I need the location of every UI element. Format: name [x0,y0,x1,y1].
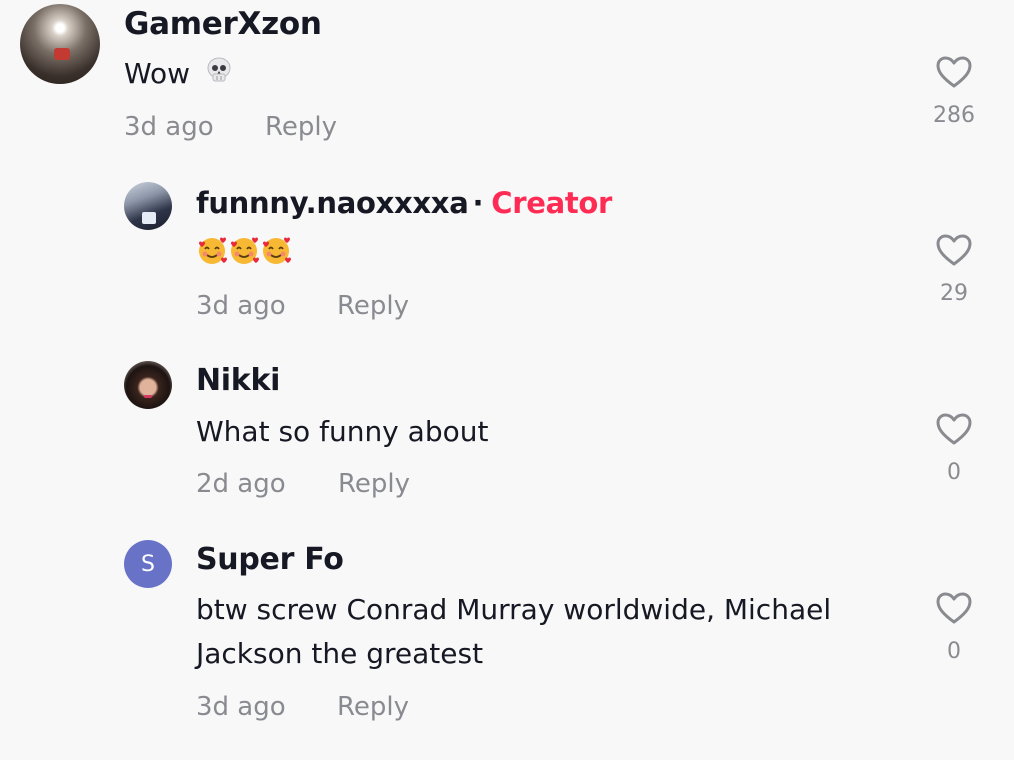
reply-comment-item: Nikki What so funny about 2d ago Reply 0 [0,350,1014,530]
heart-outline-icon[interactable] [935,591,973,625]
comment-header: funnny.naoxxxxa · Creator [196,186,612,220]
reply-button[interactable]: Reply [337,291,409,321]
comment-timestamp: 2d ago [196,469,286,499]
comment-emoji-row [196,234,292,266]
avatar[interactable] [20,4,100,84]
reply-button[interactable]: Reply [337,692,409,722]
like-button[interactable]: 0 [930,412,978,485]
creator-badge: Creator [491,186,613,220]
like-count: 0 [947,460,961,485]
comment-text: What so funny about [196,415,489,448]
badge-separator: · [472,186,484,220]
smiling-face-with-hearts-icon [263,237,291,264]
reply-button[interactable]: Reply [265,112,337,142]
comment-item: GamerXzon Wow 3d ago Reply 286 [0,0,1014,170]
reply-comment-item: funnny.naoxxxxa · Creator 3d ago Reply 2… [0,170,1014,350]
comment-username[interactable]: Super Fo [196,542,344,577]
like-count: 29 [940,281,968,306]
heart-outline-icon[interactable] [935,412,973,446]
comment-username[interactable]: Nikki [196,363,280,398]
comment-text-content: Wow [124,57,191,90]
comment-username[interactable]: GamerXzon [124,6,322,42]
reply-comment-item: S Super Fo btw screw Conrad Murray world… [0,530,1014,760]
like-button[interactable]: 29 [930,233,978,306]
like-count: 286 [933,103,975,128]
comment-username[interactable]: funnny.naoxxxxa [196,186,469,220]
avatar[interactable]: S [124,540,172,588]
comment-timestamp: 3d ago [196,291,286,321]
reply-button[interactable]: Reply [338,469,410,499]
heart-outline-icon[interactable] [935,55,973,89]
comment-text: Wow [124,52,233,97]
smiling-face-with-hearts-icon [199,237,227,264]
comment-text-line: Jackson the greatest [196,637,484,670]
like-button[interactable]: 286 [930,55,978,128]
comment-text-line: btw screw Conrad Murray worldwide, Micha… [196,593,832,626]
smiling-face-with-hearts-icon [231,237,259,264]
comment-timestamp: 3d ago [124,112,214,142]
comment-timestamp: 3d ago [196,692,286,722]
avatar[interactable] [124,361,172,409]
heart-outline-icon[interactable] [935,233,973,267]
like-button[interactable]: 0 [930,591,978,664]
like-count: 0 [947,639,961,664]
skull-emoji-icon [205,53,233,97]
avatar[interactable] [124,182,172,230]
